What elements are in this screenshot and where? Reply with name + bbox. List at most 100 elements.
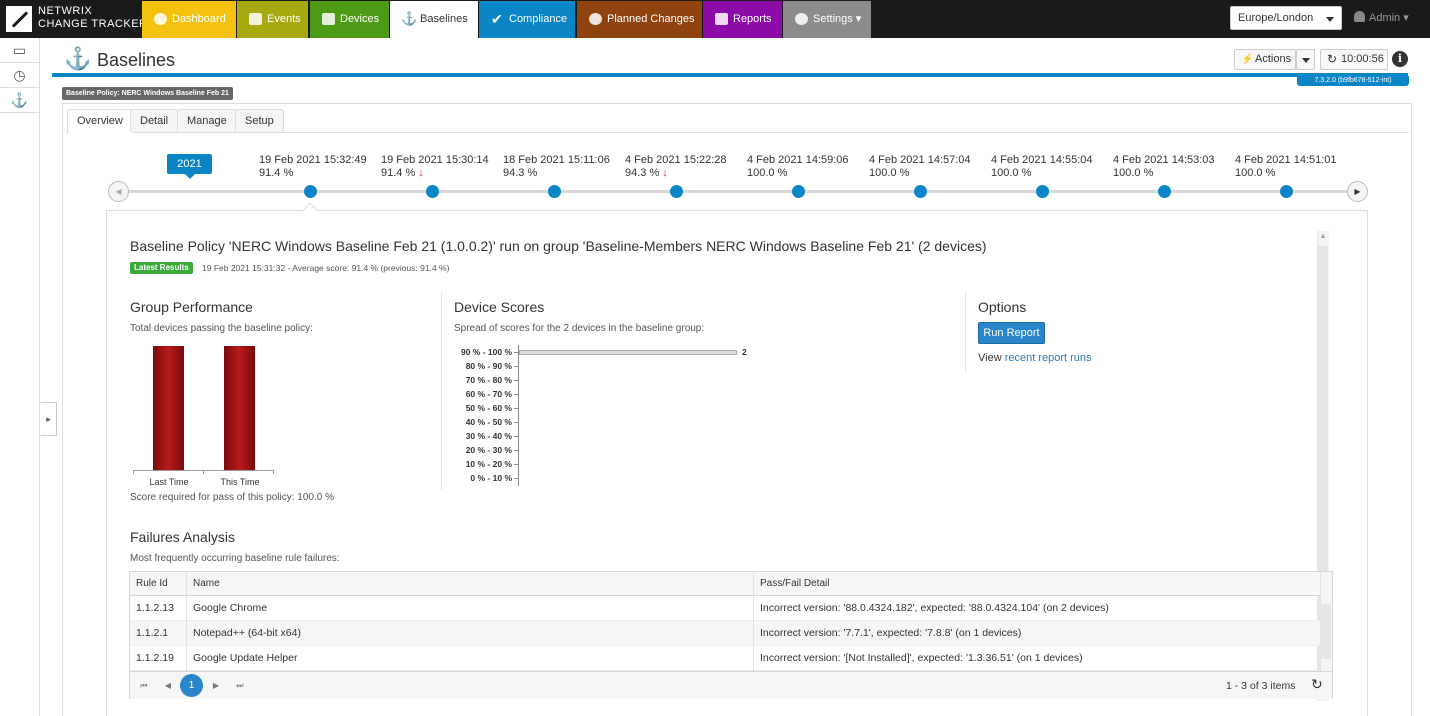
current-page-button[interactable]: 1	[180, 674, 203, 697]
timeline-run[interactable]: 4 Feb 2021 14:53:03 100.0 %	[1113, 154, 1233, 198]
timeline-run-date: 19 Feb 2021 15:32:49	[259, 154, 367, 166]
nav-tab-reports[interactable]: Reports	[703, 1, 782, 38]
page-title: Baselines	[97, 50, 176, 70]
brand-line-1: NETWRIX	[38, 5, 93, 17]
device-scores-category-label: 20 % - 30 %	[465, 445, 512, 455]
monitor-icon	[322, 13, 335, 25]
table-row[interactable]	[130, 646, 1320, 671]
clock-icon[interactable]: ◷	[0, 63, 39, 88]
timeline-run-date: 19 Feb 2021 15:30:14	[381, 154, 489, 166]
nav-tab-events[interactable]: Events	[237, 1, 308, 38]
timeline-run-dot[interactable]	[426, 185, 439, 198]
timezone-select[interactable]: Europe/London	[1230, 6, 1342, 30]
device-scores-subtitle: Spread of scores for the 2 devices in th…	[454, 323, 705, 334]
timeline-run-dot[interactable]	[1280, 185, 1293, 198]
refresh-clock-button[interactable]: 10:00:56	[1320, 49, 1388, 70]
nav-tab-baselines[interactable]: ⚓ Baselines	[390, 1, 478, 38]
column-header-rule-id[interactable]: Rule Id	[130, 572, 168, 596]
timeline-run[interactable]: 4 Feb 2021 14:55:04 100.0 %	[991, 154, 1111, 198]
device-scores-axis-tick	[514, 352, 518, 353]
netwrix-logo-icon	[6, 6, 32, 32]
first-page-icon[interactable]: ⏮	[137, 679, 151, 693]
table-cell: Notepad++ (64-bit x64)	[193, 627, 301, 639]
timeline-run-dot[interactable]	[304, 185, 317, 198]
tab-detail[interactable]: Detail	[130, 109, 179, 132]
checkmark-icon: ✔	[491, 11, 503, 27]
nav-tab-planned-changes[interactable]: Planned Changes	[577, 1, 702, 38]
speech-bubble-icon	[589, 13, 602, 25]
group-performance-axis-tick	[273, 470, 274, 474]
timeline-run[interactable]: 18 Feb 2021 15:11:06 94.3 %	[503, 154, 623, 198]
timeline-run-dot[interactable]	[670, 185, 683, 198]
group-performance-footer: Score required for pass of this policy: …	[130, 492, 334, 503]
timeline-run-dot[interactable]	[548, 185, 561, 198]
timeline-run[interactable]: 4 Feb 2021 14:57:04 100.0 %	[869, 154, 989, 198]
nav-tab-compliance[interactable]: ✔ Compliance	[479, 1, 575, 38]
timeline-run-date: 4 Feb 2021 14:51:01	[1235, 154, 1337, 166]
gear-icon	[795, 13, 808, 25]
group-performance-category-label: Last Time	[149, 477, 189, 487]
timeline-run-dot[interactable]	[1158, 185, 1171, 198]
score-down-arrow-icon: ↓	[418, 167, 424, 179]
device-scores-axis-tick	[514, 394, 518, 395]
nav-tab-dashboard[interactable]: Dashboard	[142, 1, 236, 38]
nav-tab-settings[interactable]: Settings ▾	[783, 1, 871, 38]
timeline-run-dot[interactable]	[914, 185, 927, 198]
sidebar-expand-toggle[interactable]: ▸	[41, 402, 57, 436]
score-down-arrow-icon: ↓	[662, 167, 668, 179]
anchor-icon: ⚓	[401, 11, 418, 26]
recent-report-runs-link[interactable]: recent report runs	[1005, 352, 1092, 364]
anchor-icon[interactable]: ⚓	[0, 88, 39, 113]
device-scores-axis-tick	[514, 436, 518, 437]
calendar-icon	[249, 13, 262, 25]
prev-page-icon[interactable]: ◀	[161, 679, 175, 693]
timeline-run-dot[interactable]	[1036, 185, 1049, 198]
column-header-name[interactable]: Name	[187, 572, 220, 596]
timeline-run-score: 100.0 %	[869, 167, 910, 179]
timeline-run[interactable]: 19 Feb 2021 15:30:14 91.4 % ↓	[381, 154, 501, 198]
failures-analysis-subtitle: Most frequently occurring baseline rule …	[130, 553, 340, 564]
device-scores-category-label: 50 % - 60 %	[465, 403, 512, 413]
column-header-pass-fail-detail[interactable]: Pass/Fail Detail	[754, 572, 829, 596]
timeline-prev-button[interactable]: ◀	[108, 181, 129, 202]
group-performance-title: Group Performance	[130, 299, 253, 315]
timeline-run[interactable]: 4 Feb 2021 15:22:28 94.3 % ↓	[625, 154, 745, 198]
table-cell: Incorrect version: '88.0.4324.182', expe…	[760, 602, 1109, 614]
brand-logo[interactable]: NETWRIX CHANGE TRACKER	[6, 4, 147, 34]
refresh-icon[interactable]: ↻	[1311, 676, 1323, 693]
table-row[interactable]	[130, 596, 1320, 621]
table-cell: Google Chrome	[193, 602, 268, 614]
last-page-icon[interactable]: ⏭	[233, 679, 247, 693]
table-row[interactable]	[130, 621, 1320, 646]
tab-overview[interactable]: Overview	[67, 109, 133, 133]
timeline-run[interactable]: 19 Feb 2021 15:32:49 91.4 %	[259, 154, 379, 198]
timeline-run-score: 100.0 %	[747, 167, 788, 179]
table-scrollbar-thumb[interactable]	[1321, 604, 1331, 659]
group-performance-subtitle: Total devices passing the baseline polic…	[130, 323, 313, 334]
timeline-run-dot[interactable]	[792, 185, 805, 198]
next-page-icon[interactable]: ▶	[209, 679, 223, 693]
tab-setup[interactable]: Setup	[235, 109, 284, 132]
monitor-icon[interactable]: ▭	[0, 38, 39, 63]
latest-results-text: 19 Feb 2021 15:31:32 - Average score: 91…	[202, 263, 450, 273]
timeline-run-date: 4 Feb 2021 14:53:03	[1113, 154, 1215, 166]
timeline-run[interactable]: 4 Feb 2021 14:51:01 100.0 %	[1235, 154, 1355, 198]
group-performance-axis-tick	[203, 470, 204, 474]
timeline-run-date: 4 Feb 2021 14:55:04	[991, 154, 1093, 166]
view-recent-runs: View recent report runs	[978, 352, 1092, 364]
device-scores-title: Device Scores	[454, 299, 545, 315]
device-scores-category-label: 70 % - 80 %	[465, 375, 512, 385]
device-scores-axis-tick	[514, 422, 518, 423]
table-cell: Google Update Helper	[193, 652, 298, 664]
timeline-run[interactable]: 4 Feb 2021 14:59:06 100.0 %	[747, 154, 867, 198]
info-icon[interactable]: i	[1392, 51, 1408, 67]
user-menu[interactable]: Admin ▾	[1354, 11, 1409, 24]
actions-dropdown-caret[interactable]	[1296, 49, 1315, 70]
tab-manage[interactable]: Manage	[177, 109, 237, 132]
scroll-up-arrow-icon[interactable]: ▲	[1318, 233, 1328, 240]
nav-tab-devices[interactable]: Devices	[310, 1, 389, 38]
timeline-run-score: 91.4 %	[259, 167, 294, 179]
run-report-button[interactable]: Run Report	[978, 322, 1045, 344]
timeline-run-date: 4 Feb 2021 14:59:06	[747, 154, 849, 166]
actions-button[interactable]: Actions	[1234, 49, 1296, 70]
